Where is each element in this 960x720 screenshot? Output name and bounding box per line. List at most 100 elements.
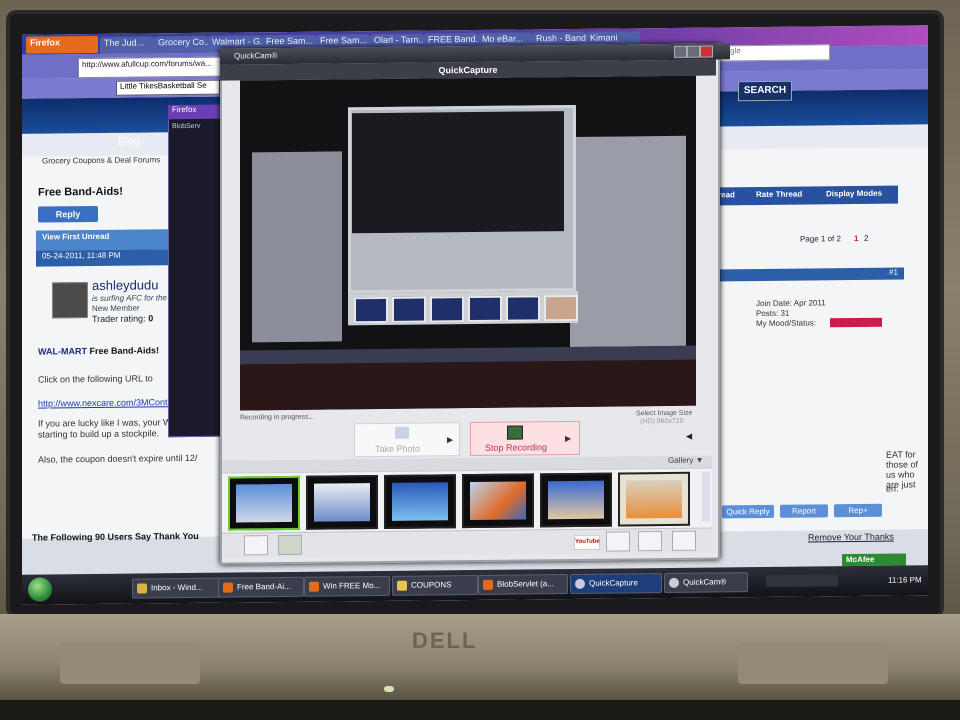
blob-title-text: Firefox — [172, 104, 197, 115]
bookmark-dropdown[interactable]: Little TikesBasketball Se — [116, 79, 220, 96]
post-body-right: en. — [886, 483, 899, 494]
taskbar-item[interactable]: BlobServlet (a... — [478, 574, 568, 595]
remove-thanks-link[interactable]: Remove Your Thanks — [808, 532, 894, 543]
taskbar-item[interactable]: Free Band-Ai... — [218, 576, 304, 598]
stop-recording-button[interactable]: Stop Recording ▶ — [470, 420, 580, 457]
browser-tab[interactable]: Grocery Co... — [154, 35, 208, 54]
minimize-icon[interactable] — [687, 45, 700, 58]
mood-label: My Mood/Status: — [756, 318, 817, 329]
keyboard-edge — [0, 700, 960, 720]
folder-icon — [397, 580, 407, 591]
gallery-label[interactable]: Gallery ▼ — [668, 456, 704, 465]
post-heading-text: Free Band-Aids! — [89, 345, 160, 357]
firefox-icon — [309, 581, 319, 592]
speaker-grill-left — [60, 642, 200, 684]
taskbar-item-active[interactable]: QuickCapture — [570, 573, 662, 595]
taskbar-item-label: COUPONS — [411, 580, 452, 590]
user-status: is surfing AFC for the — [92, 293, 167, 304]
walmart-logo: WAL-MART — [38, 346, 87, 357]
close-icon[interactable] — [700, 45, 713, 58]
preview-thumb — [506, 295, 540, 322]
firefox-icon — [483, 579, 493, 590]
report-button[interactable]: Report — [780, 504, 828, 518]
forum-search-button[interactable]: SEARCH — [738, 80, 792, 102]
trader-rating-value[interactable]: 0 — [148, 313, 153, 323]
join-date: Join Date: Apr 2011 — [756, 298, 826, 309]
arrow-left-icon[interactable]: ◀ — [686, 432, 692, 441]
taskbar-item[interactable]: QuickCam® — [664, 572, 748, 594]
recording-status: Recording in progress... — [240, 413, 315, 422]
trash-icon[interactable] — [672, 530, 696, 551]
taskbar-item-label: BlobServlet (a... — [497, 579, 554, 589]
blobservlet-window[interactable] — [168, 104, 222, 438]
thread-title: Free Band-Aids! — [38, 185, 123, 199]
user-info: Join Date: Apr 2011 Posts: 31 My Mood/St… — [756, 298, 826, 329]
system-tray-icons[interactable] — [766, 574, 838, 587]
gallery-label-text: Gallery — [668, 455, 694, 465]
trader-rating: Trader rating: 0 — [92, 313, 153, 324]
camera-icon — [395, 426, 409, 439]
view-first-unread-link[interactable]: View First Unread — [36, 229, 180, 251]
chevron-right-icon: ▶ — [565, 433, 572, 444]
image-size-value[interactable]: (HD) 960x720 — [640, 418, 684, 425]
print-icon[interactable] — [638, 531, 662, 552]
url-bar[interactable]: http://www.afullcup.com/forums/wa... — [78, 56, 236, 79]
reply-button[interactable]: Reply — [38, 205, 98, 223]
thanks-line: The Following 90 Users Say Thank You — [32, 530, 199, 543]
mcafee-badge[interactable]: McAfee — [842, 553, 906, 567]
preview-thumb — [544, 294, 578, 322]
photo-mode-icon[interactable] — [244, 535, 268, 556]
gallery-scrollbar[interactable] — [702, 471, 710, 522]
gallery-thumb[interactable] — [306, 475, 378, 530]
video-mode-icon[interactable] — [278, 534, 302, 556]
chevron-down-icon: ▼ — [695, 455, 704, 465]
preview-monitor-left — [252, 151, 342, 343]
blobservlet-title: Firefox — [168, 104, 224, 120]
help-icon[interactable] — [674, 45, 687, 58]
browser-tab[interactable]: The Jud... — [100, 36, 154, 54]
breadcrumb[interactable]: Grocery Coupons & Deal Forums — [42, 155, 160, 165]
mail-icon — [137, 583, 147, 594]
taskbar-clock[interactable]: 11:16 PM — [888, 575, 922, 584]
gallery-thumb[interactable] — [462, 473, 534, 529]
laptop-screen: Firefox The Jud... Grocery Co... Walmart… — [22, 25, 928, 605]
taskbar-item-label: QuickCapture — [589, 578, 638, 588]
dell-logo: DELL — [412, 628, 478, 653]
firefox-menu-button[interactable]: Firefox — [26, 35, 98, 54]
taskbar-item[interactable]: Inbox - Wind... — [132, 577, 222, 599]
image-size-label[interactable]: Select Image Size — [636, 410, 692, 418]
start-button[interactable] — [28, 577, 52, 602]
gallery-thumb[interactable] — [618, 471, 690, 527]
nav-blog-link[interactable]: Blog — [118, 136, 140, 148]
member-type: New Member — [92, 303, 140, 314]
email-icon[interactable] — [606, 531, 630, 552]
page-next-link[interactable]: 2 — [864, 234, 868, 243]
taskbar-item-label: Inbox - Wind... — [151, 582, 203, 593]
taskbar-item-label: Win FREE Mo... — [323, 580, 381, 591]
quick-reply-button[interactable]: Quick Reply — [722, 504, 774, 519]
rep-button[interactable]: Rep+ — [834, 503, 882, 518]
trader-rating-label: Trader rating: — [92, 313, 146, 325]
gallery-thumb-selected[interactable] — [228, 475, 300, 531]
gallery-thumb[interactable] — [384, 474, 456, 529]
preview-monitor-right — [570, 135, 686, 348]
preview-thumb — [430, 296, 464, 323]
post-heading: WAL-MART Free Band-Aids! — [38, 345, 159, 356]
post-username[interactable]: ashleydudu — [92, 277, 159, 293]
rate-thread-button[interactable]: Rate Thread — [752, 189, 806, 206]
display-modes-button[interactable]: Display Modes — [822, 188, 886, 205]
gallery-thumb[interactable] — [540, 472, 612, 528]
webcam-icon — [575, 578, 585, 589]
avatar[interactable] — [52, 282, 88, 319]
webcam-preview — [240, 75, 696, 411]
webcam-icon — [669, 577, 679, 588]
preview-thumb — [354, 296, 388, 324]
preview-thumb — [392, 296, 426, 323]
taskbar-item[interactable]: COUPONS — [392, 574, 478, 596]
taskbar-item[interactable]: Win FREE Mo... — [304, 575, 390, 597]
youtube-upload-button[interactable]: YouTube — [574, 534, 600, 550]
take-photo-label: Take Photo — [375, 443, 421, 455]
take-photo-button[interactable]: Take Photo ▶ — [354, 422, 460, 458]
page-current: 1 — [854, 233, 859, 244]
post-number[interactable]: #1 — [712, 267, 904, 282]
